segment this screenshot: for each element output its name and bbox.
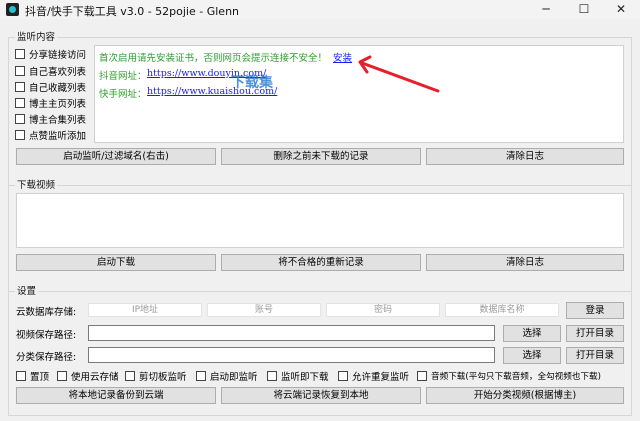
password-field[interactable]: 密码	[326, 303, 440, 317]
maximize-icon[interactable]: ☐	[565, 0, 603, 19]
classify-videos-button[interactable]: 开始分类视频(根据博主)	[426, 387, 624, 404]
option-use-cloud[interactable]: 使用云存储	[57, 369, 119, 383]
checkbox-box[interactable]	[57, 370, 67, 381]
option-label: 使用云存储	[71, 371, 119, 383]
option-allow-repeat[interactable]: 允许重复监听	[338, 369, 410, 383]
checkbox-box[interactable]	[417, 370, 427, 381]
checkbox-share-link[interactable]: 分享链接访问	[15, 47, 87, 61]
option-monitor-on-start[interactable]: 启动即监听	[196, 369, 258, 383]
download-log-box[interactable]	[16, 193, 624, 248]
start-download-button[interactable]: 启动下载	[16, 254, 216, 271]
checkbox-label: 点赞监听添加	[29, 130, 87, 142]
account-field[interactable]: 账号	[207, 303, 321, 317]
checkbox-label: 博主合集列表	[29, 114, 87, 126]
kuaishou-url-label: 快手网址：	[99, 89, 147, 100]
open-category-dir-button[interactable]: 打开目录	[566, 347, 624, 364]
option-label: 置顶	[30, 371, 50, 383]
checkbox-my-favorites[interactable]: 自己收藏列表	[15, 80, 87, 94]
red-arrow-annotation	[358, 55, 440, 93]
checkbox-box[interactable]	[15, 81, 25, 92]
option-label: 允许重复监听	[352, 371, 410, 383]
option-label: 音频下载(平勾只下载音频，全勾视频也下载)	[431, 371, 601, 382]
title-bar: 抖音/快手下载工具 v3.0 - 52pojie - Glenn ─ ☐ ✕	[0, 0, 640, 19]
option-label: 启动即监听	[210, 371, 258, 383]
download-group-title: 下载视频	[15, 177, 58, 191]
checkbox-label: 自己喜欢列表	[29, 66, 87, 78]
main-window: 监听内容 分享链接访问 自己喜欢列表 自己收藏列表 博主主页列表 博主合集列表 …	[0, 19, 640, 421]
douyin-url-label: 抖音网址：	[99, 71, 147, 82]
option-download-on-monitor[interactable]: 监听即下载	[267, 369, 329, 383]
checkbox-box[interactable]	[338, 370, 348, 381]
category-path-label: 分类保存路径:	[16, 352, 77, 363]
checkbox-like-monitor[interactable]: 点赞监听添加	[15, 128, 87, 142]
checkbox-box[interactable]	[16, 370, 26, 381]
checkbox-blogger-collection[interactable]: 博主合集列表	[15, 112, 87, 126]
ip-address-field[interactable]: IP地址	[88, 303, 202, 317]
window-title: 抖音/快手下载工具 v3.0 - 52pojie - Glenn	[25, 5, 240, 18]
checkbox-box[interactable]	[196, 370, 206, 381]
checkbox-blogger-home[interactable]: 博主主页列表	[15, 96, 87, 110]
start-monitor-button[interactable]: 启动监听/过滤域名(右击)	[16, 148, 216, 165]
checkbox-label: 分享链接访问	[29, 49, 87, 61]
cloud-db-label: 云数据库存储:	[16, 307, 77, 318]
video-path-input[interactable]	[88, 325, 495, 341]
checkbox-box[interactable]	[15, 97, 25, 108]
option-label: 监听即下载	[281, 371, 329, 383]
clear-download-log-button[interactable]: 清除日志	[426, 254, 624, 271]
choose-video-path-button[interactable]: 选择	[503, 325, 561, 342]
close-icon[interactable]: ✕	[602, 0, 640, 19]
checkbox-label: 自己收藏列表	[29, 82, 87, 94]
restore-from-cloud-button[interactable]: 将云端记录恢复到本地	[221, 387, 421, 404]
option-clipboard-monitor[interactable]: 剪切板监听	[125, 369, 187, 383]
watermark-logo: 下载集	[231, 75, 273, 91]
checkbox-box[interactable]	[15, 113, 25, 124]
option-label: 剪切板监听	[139, 371, 187, 383]
category-path-input[interactable]	[88, 347, 495, 363]
app-icon	[6, 3, 19, 16]
redo-unqualified-button[interactable]: 将不合格的重新记录	[221, 254, 421, 271]
checkbox-box[interactable]	[267, 370, 277, 381]
checkbox-my-likes[interactable]: 自己喜欢列表	[15, 64, 87, 78]
choose-category-path-button[interactable]: 选择	[503, 347, 561, 364]
option-audio-download[interactable]: 音频下载(平勾只下载音频，全勾视频也下载)	[417, 369, 601, 382]
login-button[interactable]: 登录	[566, 302, 624, 319]
delete-records-button[interactable]: 删除之前未下载的记录	[221, 148, 421, 165]
checkbox-box[interactable]	[125, 370, 135, 381]
log-warning: 首次启用请先安装证书，否则网页会提示连接不安全！	[99, 53, 328, 64]
clear-monitor-log-button[interactable]: 清除日志	[426, 148, 624, 165]
video-path-label: 视频保存路径:	[16, 330, 77, 341]
backup-to-cloud-button[interactable]: 将本地记录备份到云端	[16, 387, 216, 404]
checkbox-box[interactable]	[15, 129, 25, 140]
minimize-icon[interactable]: ─	[527, 0, 565, 19]
install-cert-link[interactable]: 安装	[333, 50, 352, 64]
monitor-group-title: 监听内容	[15, 29, 58, 43]
checkbox-box[interactable]	[15, 65, 25, 76]
option-always-on-top[interactable]: 置顶	[16, 369, 50, 383]
database-name-field[interactable]: 数据库名称	[445, 303, 559, 317]
checkbox-box[interactable]	[15, 48, 25, 59]
checkbox-label: 博主主页列表	[29, 98, 87, 110]
settings-group-title: 设置	[15, 283, 39, 297]
open-video-dir-button[interactable]: 打开目录	[566, 325, 624, 342]
